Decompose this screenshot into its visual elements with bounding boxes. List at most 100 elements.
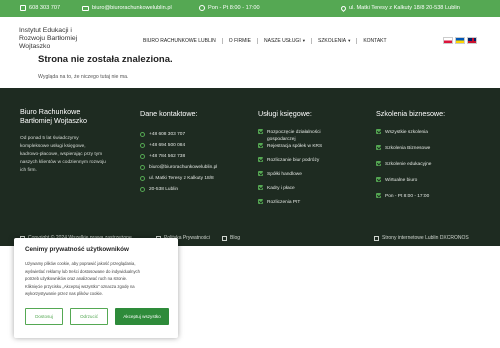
mail-icon [82, 5, 89, 11]
contact-phone-3[interactable]: +48 784 562 738 [140, 151, 245, 162]
clock-icon [199, 5, 205, 11]
topbar-phone[interactable]: 608 303 707 [20, 5, 60, 11]
about-line: naszych klientów w codziennym rozwoju [20, 160, 106, 165]
blog-link[interactable]: Blog [222, 235, 240, 241]
topbar-address[interactable]: ul. Matki Teresy z Kalkuty 18/8 20-538 L… [339, 4, 460, 12]
site-footer: Biuro Rachunkowe Bartłomiej Wojtaszko Od… [0, 88, 500, 246]
training-label: Szkolenie edukacyjne [385, 161, 432, 167]
contact-text: +48 608 303 707 [149, 131, 186, 137]
accept-all-button[interactable]: Akceptuj wszystko [115, 308, 169, 325]
about-line: ich firm. [20, 168, 37, 173]
phone-icon [140, 142, 145, 148]
footer-about-text: Od ponad 5 lat świadczymy kompleksowe us… [20, 135, 125, 175]
check-icon [258, 198, 263, 204]
training-label: Pon - Pt 8:00 - 17:00 [385, 193, 430, 199]
blog-icon [222, 235, 227, 241]
top-bar: 608 303 707 biuro@biurorachunkowelublin.… [0, 0, 500, 17]
footer-services-title: Usługi księgowe: [258, 109, 312, 118]
site-logo[interactable]: Instytut Edukacji i Rozwoju Bartłomiej W… [19, 27, 77, 51]
location-pin-icon [339, 4, 348, 12]
service-label: Kadry i płace [267, 185, 295, 191]
page-title: Strona nie została znaleziona. [38, 54, 173, 65]
cookie-title: Cenimy prywatność użytkowników [25, 246, 129, 253]
nav-szkolenia[interactable]: SZKOLENIA ▾ [312, 38, 358, 44]
cookie-line: Kliknięcie przycisku „Akceptuj wszystko”… [25, 283, 135, 289]
check-icon [258, 142, 263, 148]
blog-label: Blog [230, 235, 241, 241]
footer-about-title-line: Bartłomiej Wojtaszko [20, 115, 87, 125]
cookie-line: Używamy plików cookie, aby poprawić jako… [25, 261, 136, 266]
service-label: Rozpoczęcie działalności gospodarczej [267, 129, 321, 142]
pin-icon [140, 175, 145, 181]
flag-pl-icon[interactable] [443, 37, 453, 44]
service-item[interactable]: Kadry i płace [258, 184, 358, 199]
service-item[interactable]: Rozliczanie biur podróży [258, 156, 358, 171]
mail-icon [140, 164, 145, 170]
language-switcher [443, 37, 477, 44]
topbar-address-text: ul. Matki Teresy z Kalkuty 18/8 20-538 L… [349, 5, 460, 11]
cookie-consent-dialog: Cenimy prywatność użytkowników Używamy p… [14, 238, 178, 338]
check-icon [376, 160, 381, 166]
logo-line: Wojtaszko [19, 43, 51, 50]
credits-label: Strony internetowe Lublin DXCRONOS [382, 235, 469, 241]
training-item[interactable]: Szkolenia Biznesowe [376, 144, 486, 161]
cookie-line: wykorzystywanie przez nas plików cookie. [25, 291, 103, 297]
trainings-list: Wszystkie szkolenia Szkolenia Biznesowe … [376, 128, 486, 209]
nav-label: SZKOLENIA [317, 38, 347, 44]
topbar-email-text: biuro@biurorachunkowelublin.pl [92, 5, 172, 11]
cookie-text: Używamy plików cookie, aby poprawić jako… [25, 260, 171, 298]
training-label: Wszystkie szkolenia [385, 129, 428, 135]
service-label: Rozliczanie biur podróży [267, 157, 320, 163]
contact-email[interactable]: biuro@biurorachunkowelublin.pl [140, 162, 245, 173]
contact-text: +48 694 500 084 [149, 142, 186, 148]
footer-trainings-title: Szkolenia biznesowe: [376, 109, 446, 118]
services-list: Rozpoczęcie działalności gospodarczej Re… [258, 128, 358, 213]
logo-line: Rozwoju Bartłomiej [19, 35, 78, 42]
check-icon [258, 128, 263, 134]
nav-o-firmie[interactable]: O FIRMIE [223, 38, 259, 44]
check-icon [258, 170, 263, 176]
topbar-hours-text: Pon - Pt 8:00 - 17:00 [208, 5, 260, 11]
training-label: Wirtualne biuro [385, 177, 418, 183]
topbar-email[interactable]: biuro@biurorachunkowelublin.pl [82, 5, 172, 11]
check-icon [376, 144, 381, 150]
training-item[interactable]: Wirtualne biuro [376, 176, 486, 193]
nav-label: NASZE USŁUGI [264, 38, 301, 44]
phone-icon [140, 153, 145, 159]
footer-about: Biuro Rachunkowe Bartłomiej Wojtaszko Od… [20, 107, 125, 175]
reject-button[interactable]: Odrzucić [70, 308, 108, 325]
topbar-hours: Pon - Pt 8:00 - 17:00 [199, 5, 260, 11]
nav-nasze-uslugi[interactable]: NASZE USŁUGI ▾ [258, 38, 312, 44]
training-item[interactable]: Szkolenie edukacyjne [376, 160, 486, 177]
nav-biuro-rachunkowe[interactable]: BIURO RACHUNKOWE LUBLIN [137, 38, 223, 44]
nav-label: KONTAKT [363, 38, 387, 44]
service-label: Rozliczenia PIT [267, 199, 301, 205]
check-icon [376, 128, 381, 134]
contact-address: ul. Matki Teresy z Kalkuty 18/8 [140, 173, 245, 184]
service-item[interactable]: Rejestracja spółek w KRS [258, 142, 358, 157]
nav-label: O FIRMIE [228, 38, 252, 44]
credits-link[interactable]: Strony internetowe Lublin DXCRONOS [374, 235, 469, 241]
customize-button[interactable]: Dostosuj [25, 308, 63, 325]
flag-ua-icon[interactable] [455, 37, 465, 44]
nav-label: BIURO RACHUNKOWE LUBLIN [143, 38, 216, 44]
service-item[interactable]: Rozliczenia PIT [258, 198, 358, 213]
service-item[interactable]: Spółki handlowe [258, 170, 358, 185]
footer-about-title: Biuro Rachunkowe Bartłomiej Wojtaszko [20, 107, 125, 125]
flag-gb-icon[interactable] [467, 37, 477, 44]
contact-phone-1[interactable]: +48 608 303 707 [140, 129, 245, 140]
service-item[interactable]: Rozpoczęcie działalności gospodarczej [258, 128, 358, 143]
nav-kontakt[interactable]: KONTAKT [357, 38, 392, 44]
chevron-down-icon: ▾ [302, 38, 305, 43]
main-nav: BIURO RACHUNKOWE LUBLIN O FIRMIE NASZE U… [137, 38, 393, 44]
training-label: Szkolenia Biznesowe [385, 145, 431, 151]
training-item[interactable]: Wszystkie szkolenia [376, 128, 486, 145]
cookie-line: potrzeb użytkowników oraz analizować ruc… [25, 276, 128, 282]
contact-phone-2[interactable]: +48 694 500 084 [140, 140, 245, 151]
contact-text: ul. Matki Teresy z Kalkuty 18/8 [149, 175, 214, 181]
monitor-icon [374, 235, 379, 241]
phone-icon [20, 5, 26, 11]
check-icon [258, 156, 263, 162]
footer-trainings: Szkolenia biznesowe: Wszystkie szkolenia… [376, 109, 486, 209]
about-line: kadrowo-płacowe, wspierając przy tym [20, 152, 103, 157]
